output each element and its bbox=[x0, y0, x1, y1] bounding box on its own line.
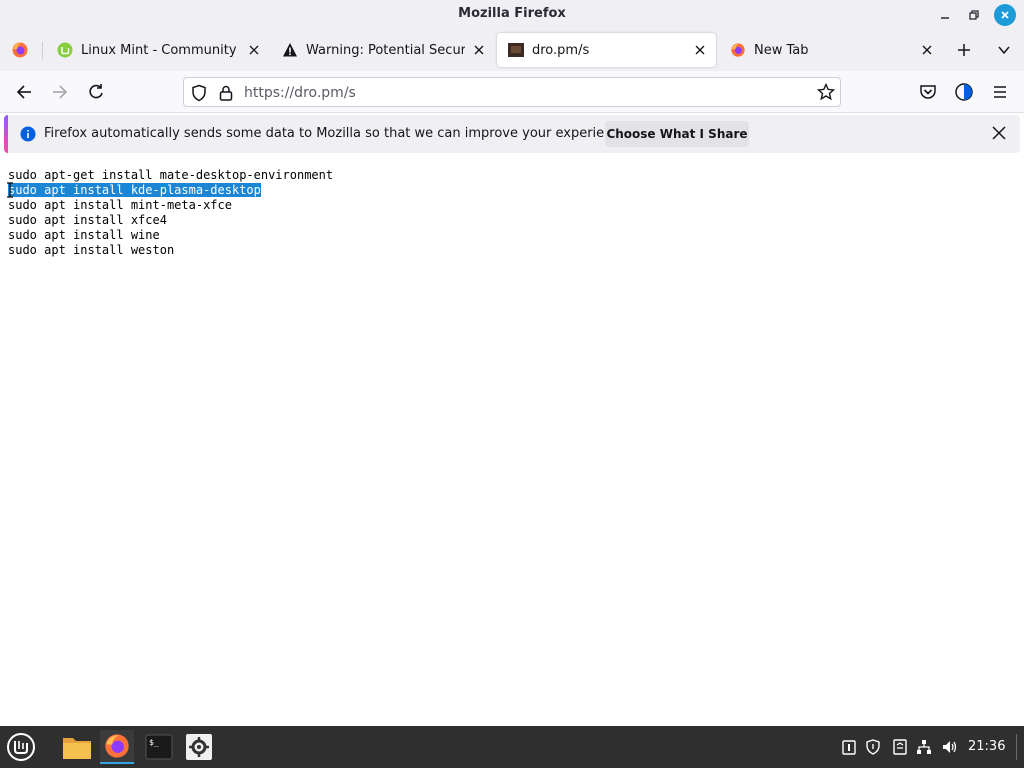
tab-label: Linux Mint - Community bbox=[81, 42, 237, 58]
svg-text:$_: $_ bbox=[149, 738, 159, 747]
firefox-view-button[interactable] bbox=[8, 38, 32, 62]
taskbar: $_ 21:36 bbox=[0, 726, 1024, 768]
firefox-icon bbox=[12, 42, 28, 58]
update-shield-tray-icon[interactable] bbox=[864, 738, 882, 756]
tab-separator bbox=[42, 42, 43, 60]
selected-text: sudo apt install kde-plasma-desktop bbox=[8, 183, 261, 197]
clipboard-tray-icon[interactable] bbox=[840, 738, 858, 756]
firefox-icon bbox=[730, 42, 746, 58]
data-collection-notification: Firefox automatically sends some data to… bbox=[4, 115, 1020, 153]
files-launcher[interactable] bbox=[60, 730, 94, 764]
url-host: https://dro.pm bbox=[244, 85, 344, 101]
settings-launcher[interactable] bbox=[182, 730, 216, 764]
pocket-icon bbox=[920, 85, 936, 99]
tab-label: Warning: Potential Security bbox=[306, 42, 465, 58]
command-line: sudo apt install xfce4 bbox=[8, 213, 167, 227]
close-tab-icon[interactable] bbox=[246, 42, 262, 58]
bookmark-star-icon[interactable] bbox=[816, 82, 836, 105]
tab-dro-pm[interactable]: dro.pm/s bbox=[497, 33, 716, 67]
close-notification-icon[interactable] bbox=[992, 125, 1006, 144]
lock-icon[interactable] bbox=[218, 84, 234, 106]
window-titlebar: Mozilla Firefox bbox=[0, 0, 1024, 30]
mint-menu-button[interactable] bbox=[4, 730, 38, 764]
url-path: /s bbox=[343, 85, 356, 101]
close-icon bbox=[1001, 11, 1009, 19]
back-button[interactable] bbox=[12, 80, 36, 104]
info-icon bbox=[20, 126, 36, 146]
navigation-toolbar: https://dro.pm/s bbox=[0, 71, 1024, 113]
app-menu-button[interactable] bbox=[988, 80, 1012, 104]
account-icon bbox=[955, 83, 973, 101]
close-tab-icon[interactable] bbox=[919, 42, 935, 58]
choose-what-i-share-button[interactable]: Choose What I Share bbox=[605, 121, 749, 147]
text-cursor-icon bbox=[6, 182, 14, 202]
arrow-right-icon bbox=[53, 85, 68, 99]
reload-icon bbox=[89, 84, 103, 99]
mint-menu-icon bbox=[7, 733, 35, 761]
reload-button[interactable] bbox=[84, 80, 108, 104]
tab-new-tab[interactable]: New Tab bbox=[719, 33, 943, 67]
minimize-icon bbox=[941, 17, 949, 19]
command-line: sudo apt install mint-meta-xfce bbox=[8, 198, 232, 212]
firefox-launcher[interactable] bbox=[100, 730, 134, 764]
page-content: sudo apt-get install mate-desktop-enviro… bbox=[0, 156, 1024, 726]
chevron-down-icon bbox=[998, 46, 1010, 55]
tab-label: dro.pm/s bbox=[532, 42, 590, 58]
terminal-launcher[interactable]: $_ bbox=[142, 730, 176, 764]
tab-linux-mint-community[interactable]: Linux Mint - Community bbox=[46, 33, 270, 67]
firefox-account-button[interactable] bbox=[952, 80, 976, 104]
folder-icon bbox=[63, 738, 91, 759]
command-list: sudo apt-get install mate-desktop-enviro… bbox=[8, 168, 333, 258]
pocket-button[interactable] bbox=[916, 80, 940, 104]
url-text[interactable]: https://dro.pm/s bbox=[244, 85, 356, 101]
command-line: sudo apt-get install mate-desktop-enviro… bbox=[8, 168, 334, 182]
volume-tray-icon[interactable] bbox=[941, 738, 959, 756]
warning-icon bbox=[282, 42, 298, 58]
taskbar-clock[interactable]: 21:36 bbox=[968, 739, 1005, 754]
restore-icon bbox=[969, 10, 979, 20]
firefox-icon bbox=[105, 734, 129, 758]
maximize-button[interactable] bbox=[963, 4, 985, 26]
command-line: sudo apt install weston bbox=[8, 243, 175, 257]
arrow-left-icon bbox=[16, 85, 31, 99]
network-tray-icon[interactable] bbox=[915, 738, 933, 756]
tracking-protection-icon[interactable] bbox=[190, 84, 208, 106]
tab-label: New Tab bbox=[754, 42, 809, 58]
minimize-button[interactable] bbox=[934, 4, 956, 26]
linux-mint-icon bbox=[57, 42, 73, 58]
command-line: sudo apt install wine bbox=[8, 228, 160, 242]
list-all-tabs-button[interactable] bbox=[992, 38, 1016, 62]
terminal-icon: $_ bbox=[145, 734, 173, 760]
new-tab-button[interactable] bbox=[952, 38, 976, 62]
settings-gear-icon bbox=[186, 734, 212, 760]
forward-button[interactable] bbox=[48, 80, 72, 104]
notification-accent bbox=[4, 115, 8, 153]
close-tab-icon[interactable] bbox=[471, 42, 487, 58]
address-bar[interactable]: https://dro.pm/s bbox=[183, 77, 841, 107]
hamburger-menu-icon bbox=[994, 86, 1006, 98]
plus-icon bbox=[958, 44, 970, 56]
tab-security-warning[interactable]: Warning: Potential Security bbox=[271, 33, 495, 67]
notification-message: Firefox automatically sends some data to… bbox=[44, 126, 632, 141]
site-favicon bbox=[508, 42, 524, 58]
command-line-selected: sudo apt install kde-plasma-desktop bbox=[8, 183, 333, 198]
window-title: Mozilla Firefox bbox=[458, 6, 566, 21]
close-tab-icon[interactable] bbox=[692, 42, 708, 58]
tab-strip: Linux Mint - Community Warning: Potentia… bbox=[0, 30, 1024, 71]
show-desktop-divider bbox=[1016, 734, 1017, 760]
notes-tray-icon[interactable] bbox=[891, 738, 909, 756]
close-window-button[interactable] bbox=[994, 4, 1016, 26]
